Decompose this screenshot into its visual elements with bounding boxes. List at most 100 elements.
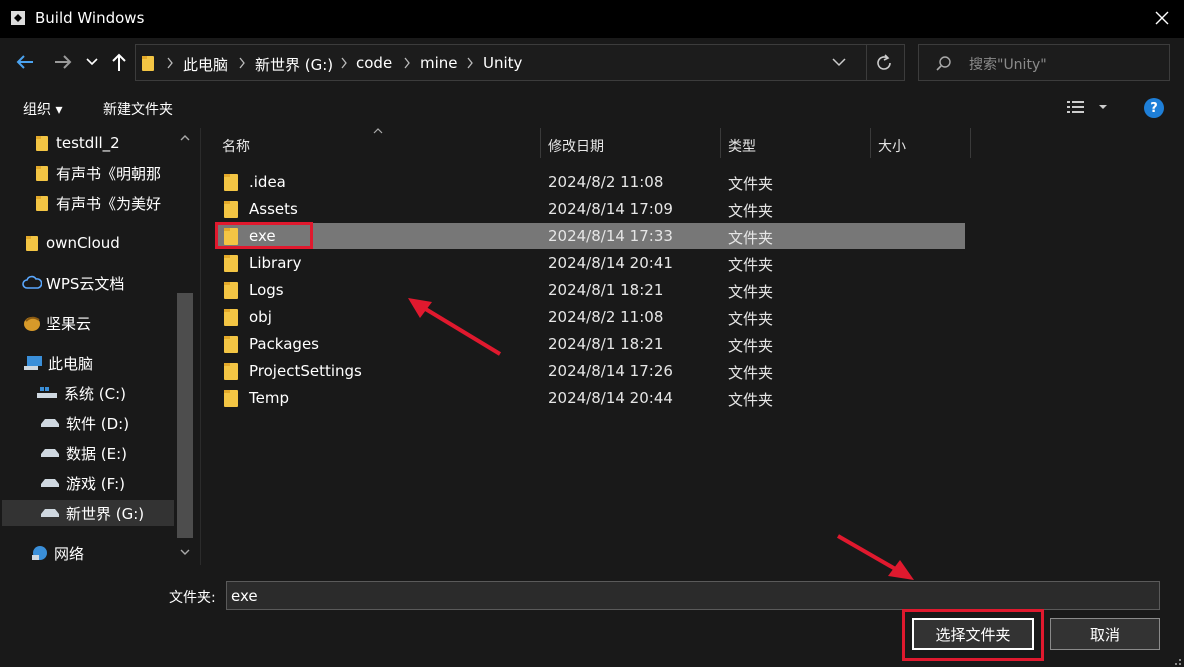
file-row-projectsettings[interactable]: ProjectSettings 2024/8/14 17:26 文件夹 xyxy=(216,358,965,384)
sidebar-item-label: 网络 xyxy=(54,544,85,563)
file-type: 文件夹 xyxy=(728,337,774,355)
breadcrumb-drive-g[interactable]: 新世界 (G:) xyxy=(255,54,333,75)
unity-app-icon xyxy=(11,11,25,25)
file-row-packages[interactable]: Packages 2024/8/1 18:21 文件夹 xyxy=(216,331,965,357)
cancel-button[interactable]: 取消 xyxy=(1050,618,1160,650)
sidebar-item-label: testdll_2 xyxy=(56,134,120,152)
close-button[interactable] xyxy=(1148,4,1176,32)
file-row-temp[interactable]: Temp 2024/8/14 20:44 文件夹 xyxy=(216,385,965,411)
new-folder-button[interactable]: 新建文件夹 xyxy=(103,99,173,119)
column-divider[interactable] xyxy=(870,128,871,158)
drive-icon xyxy=(41,419,59,427)
chevron-right-icon xyxy=(467,57,473,69)
file-row-library[interactable]: Library 2024/8/14 20:41 文件夹 xyxy=(216,250,965,276)
column-divider[interactable] xyxy=(540,128,541,158)
sidebar-item-owncloud[interactable]: ownCloud xyxy=(26,230,120,256)
sidebar-item-drive-g[interactable]: 新世界 (G:) xyxy=(2,500,174,526)
sidebar-item-label: 有声书《为美好 xyxy=(56,194,162,213)
file-modified: 2024/8/14 17:26 xyxy=(548,362,673,380)
close-icon xyxy=(1155,11,1169,25)
file-modified: 2024/8/1 18:21 xyxy=(548,281,664,299)
file-modified: 2024/8/2 11:08 xyxy=(548,173,664,191)
network-icon xyxy=(32,546,47,560)
forward-button[interactable] xyxy=(51,50,75,74)
folder-icon xyxy=(224,228,238,245)
file-modified: 2024/8/14 20:44 xyxy=(548,389,673,407)
drive-icon xyxy=(41,509,59,517)
back-button[interactable] xyxy=(13,50,37,74)
folder-name-input[interactable] xyxy=(226,581,1160,610)
search-icon xyxy=(936,56,951,71)
breadcrumb-code[interactable]: code xyxy=(356,54,392,72)
sidebar-item-wps-cloud[interactable]: WPS云文档 xyxy=(22,270,124,296)
file-modified: 2024/8/1 18:21 xyxy=(548,335,664,353)
breadcrumb-unity[interactable]: Unity xyxy=(483,54,522,72)
navigation-pane: testdll_2 有声书《明朝那 有声书《为美好 ownCloud WPS云文… xyxy=(0,128,198,565)
sidebar-item-network[interactable]: 网络 xyxy=(30,540,84,565)
system-drive-icon xyxy=(37,387,57,398)
sidebar-item-label: 坚果云 xyxy=(46,314,92,333)
column-header-modified[interactable]: 修改日期 xyxy=(548,136,604,156)
refresh-icon[interactable] xyxy=(874,53,894,73)
file-row-logs[interactable]: Logs 2024/8/1 18:21 文件夹 xyxy=(216,277,965,303)
address-dropdown-icon[interactable] xyxy=(832,57,846,67)
up-button[interactable] xyxy=(107,50,131,74)
sidebar-item-audiobook-1[interactable]: 有声书《明朝那 xyxy=(36,160,161,186)
scroll-down-icon[interactable] xyxy=(180,549,190,556)
column-divider[interactable] xyxy=(970,128,971,158)
file-row-obj[interactable]: obj 2024/8/2 11:08 文件夹 xyxy=(216,304,965,330)
sidebar-item-jianguoyun[interactable]: 坚果云 xyxy=(22,310,91,336)
file-type: 文件夹 xyxy=(728,175,774,193)
select-folder-button[interactable]: 选择文件夹 xyxy=(912,618,1034,650)
folder-icon xyxy=(224,255,238,272)
file-name: Packages xyxy=(249,335,319,353)
column-header-size[interactable]: 大小 xyxy=(878,136,906,156)
breadcrumb-this-pc[interactable]: 此电脑 xyxy=(183,54,228,75)
sidebar-item-this-pc[interactable]: 此电脑 xyxy=(22,350,93,376)
chevron-down-icon xyxy=(86,58,98,66)
column-header-name[interactable]: 名称 xyxy=(222,136,250,156)
sidebar-item-label: 新世界 (G:) xyxy=(66,504,145,523)
resize-grip-icon[interactable] xyxy=(1170,654,1182,666)
nut-icon xyxy=(24,316,40,331)
divider xyxy=(866,45,867,80)
view-options-button[interactable] xyxy=(1066,99,1108,119)
scroll-up-icon[interactable] xyxy=(180,134,190,141)
address-bar[interactable]: 此电脑 新世界 (G:) code mine Unity xyxy=(135,44,905,81)
folder-icon xyxy=(224,309,238,326)
sidebar-item-label: 有声书《明朝那 xyxy=(56,164,162,183)
sidebar-item-label: 此电脑 xyxy=(48,354,94,373)
sidebar-scroll-thumb[interactable] xyxy=(177,293,193,538)
sidebar-item-drive-f[interactable]: 游戏 (F:) xyxy=(40,470,125,496)
file-name: ProjectSettings xyxy=(249,362,362,380)
column-divider[interactable] xyxy=(720,128,721,158)
sidebar-item-label: 系统 (C:) xyxy=(64,384,126,403)
help-button[interactable]: ? xyxy=(1144,98,1164,118)
file-name: Library xyxy=(249,254,302,272)
file-row-assets[interactable]: Assets 2024/8/14 17:09 文件夹 xyxy=(216,196,965,222)
sidebar-item-audiobook-2[interactable]: 有声书《为美好 xyxy=(36,190,161,216)
organize-menu[interactable]: 组织 ▾ xyxy=(23,99,62,119)
file-name: exe xyxy=(249,227,276,245)
folder-icon xyxy=(224,390,238,407)
back-arrow-icon xyxy=(16,55,33,69)
recent-locations-button[interactable] xyxy=(82,50,102,74)
sidebar-item-drive-d[interactable]: 软件 (D:) xyxy=(40,410,129,436)
sidebar-item-label: 数据 (E:) xyxy=(66,444,128,463)
sort-ascending-icon xyxy=(373,128,383,134)
file-row-idea[interactable]: .idea 2024/8/2 11:08 文件夹 xyxy=(216,169,965,195)
search-box[interactable]: 搜索"Unity" xyxy=(918,44,1170,81)
chevron-right-icon xyxy=(341,57,347,69)
folder-icon xyxy=(224,282,238,299)
sidebar-item-testdll[interactable]: testdll_2 xyxy=(36,130,120,156)
sidebar-item-drive-c[interactable]: 系统 (C:) xyxy=(36,380,126,406)
column-header-type[interactable]: 类型 xyxy=(728,136,756,156)
file-name: .idea xyxy=(249,173,286,191)
sidebar-item-drive-e[interactable]: 数据 (E:) xyxy=(40,440,127,466)
file-modified: 2024/8/2 11:08 xyxy=(548,308,664,326)
file-type: 文件夹 xyxy=(728,310,774,328)
computer-icon xyxy=(24,356,42,370)
file-row-exe[interactable]: exe 2024/8/14 17:33 文件夹 xyxy=(216,223,965,249)
up-arrow-icon xyxy=(112,53,126,71)
breadcrumb-mine[interactable]: mine xyxy=(420,54,458,72)
